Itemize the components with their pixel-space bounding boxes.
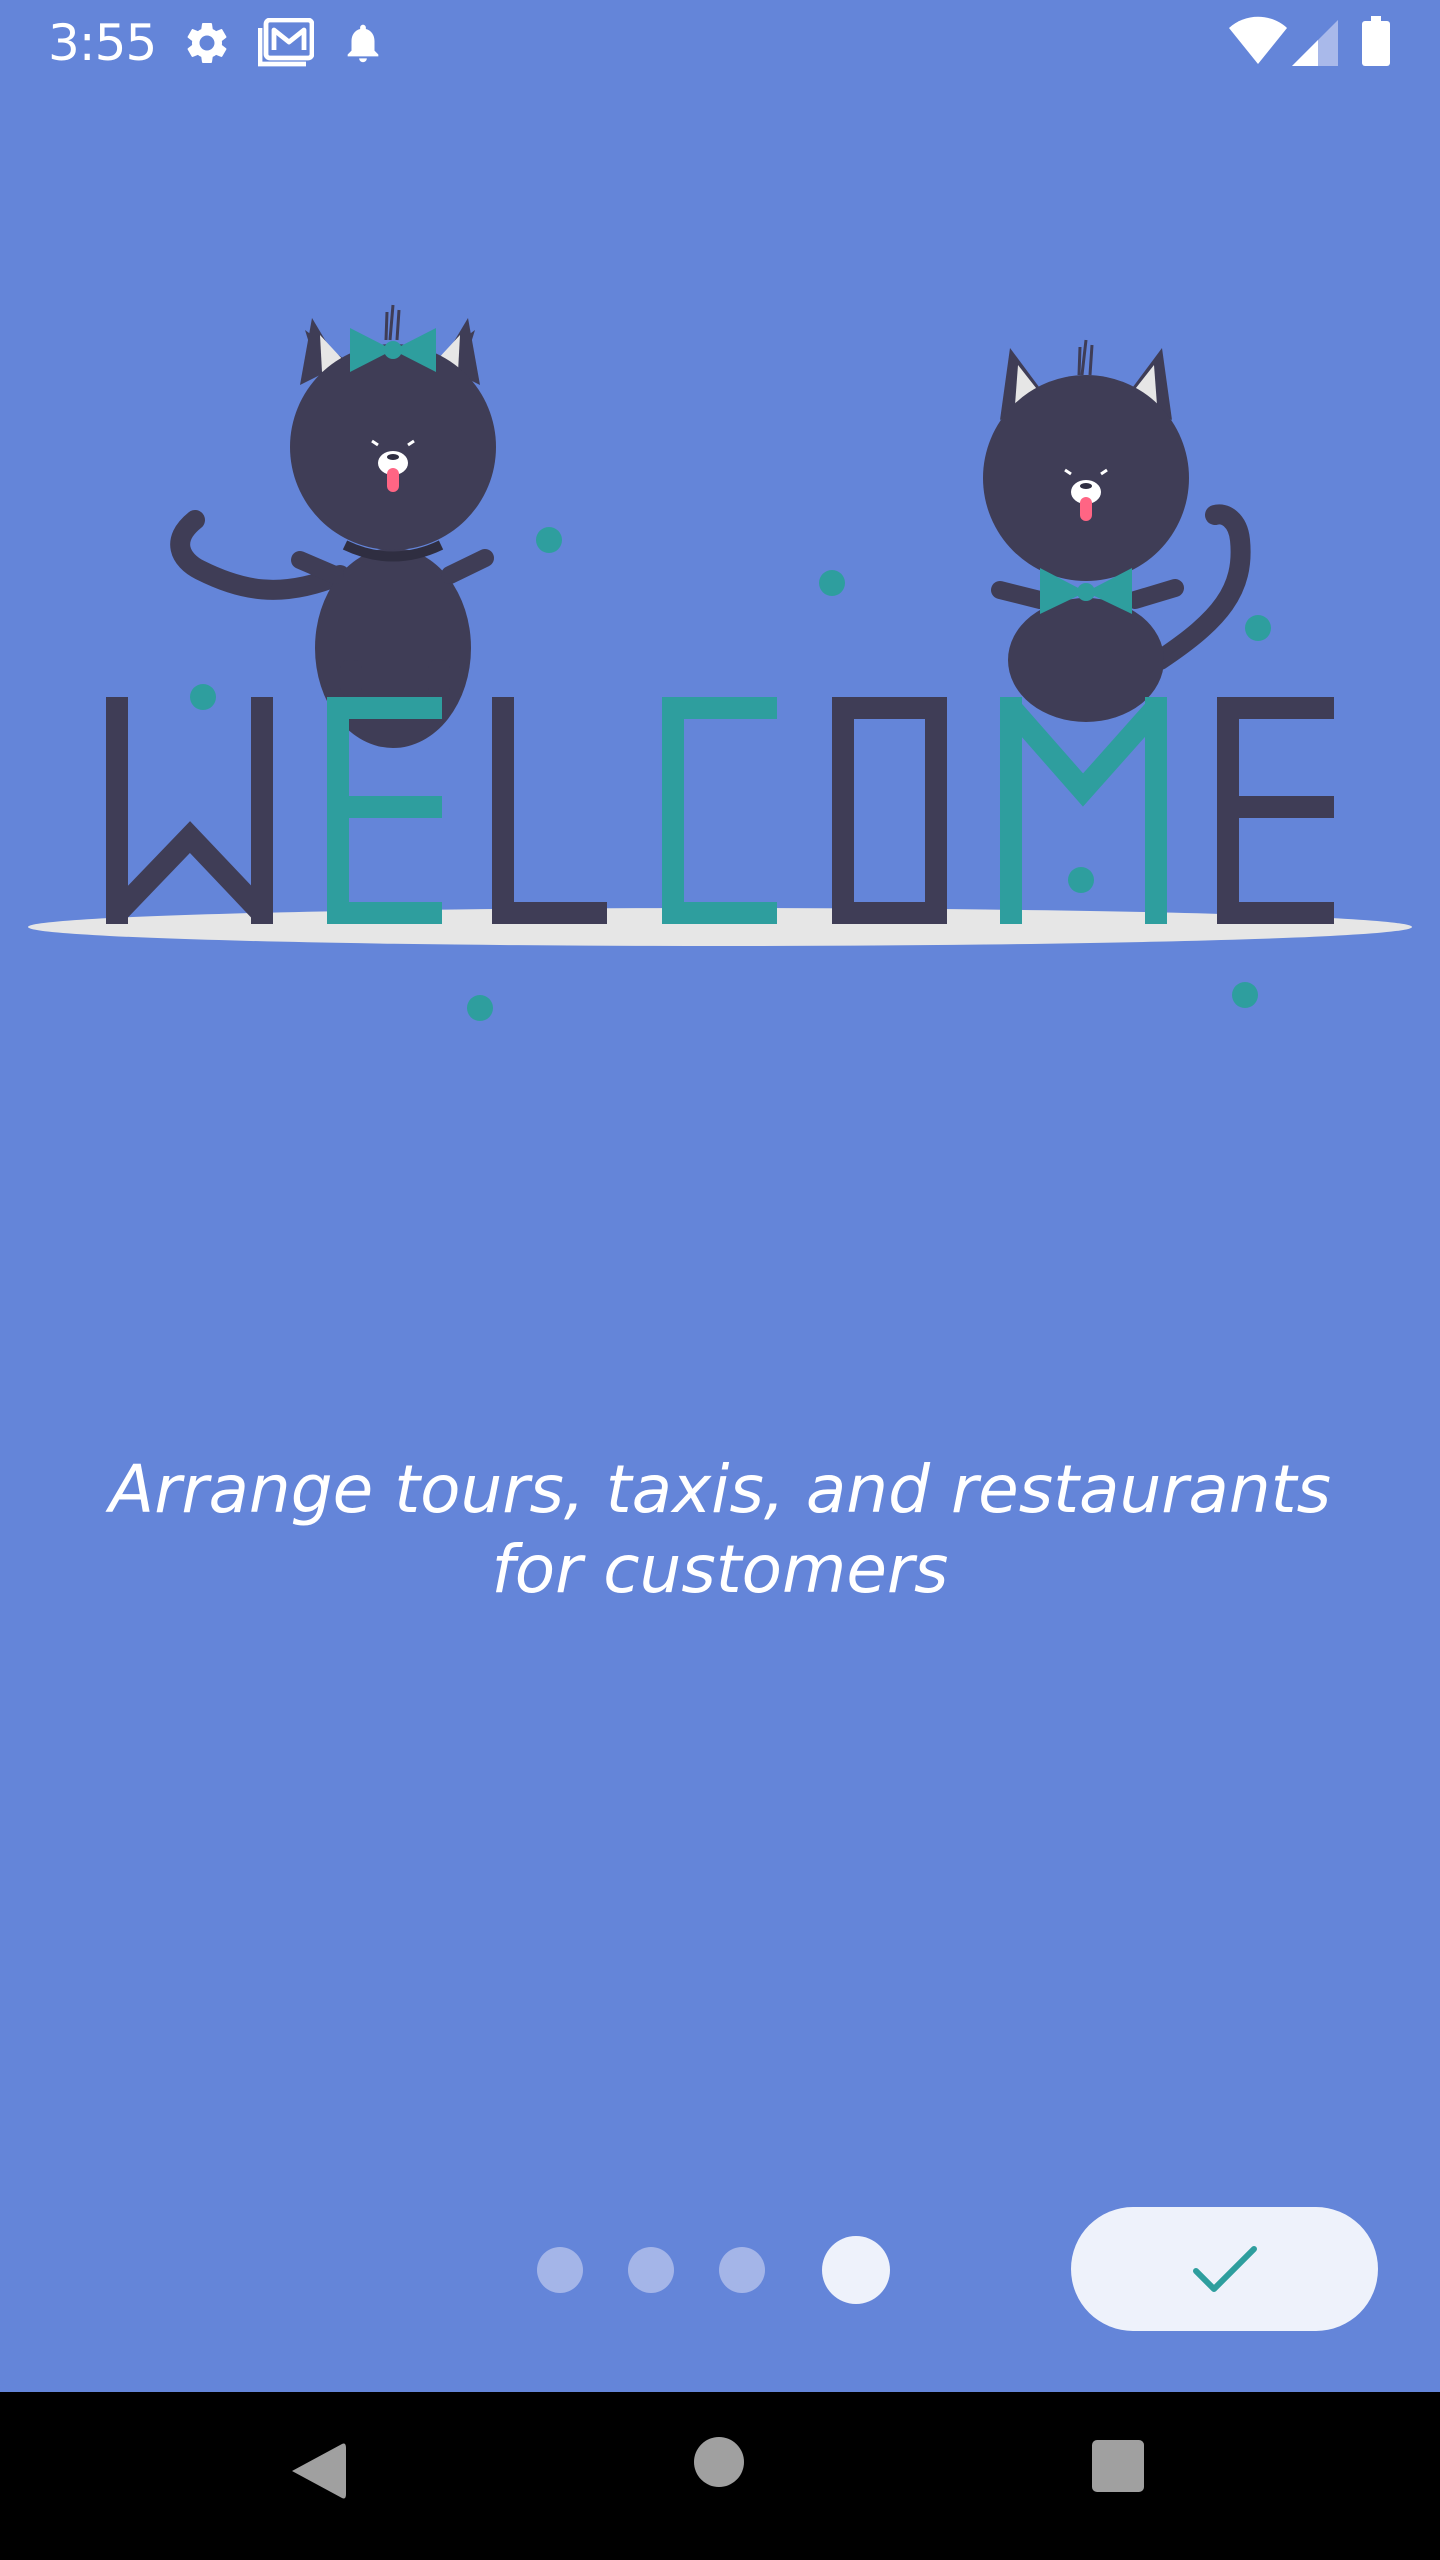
cat-right	[983, 339, 1251, 722]
bell-icon	[347, 24, 379, 63]
page-dot-2[interactable]	[628, 2247, 674, 2293]
cat-left	[170, 304, 496, 748]
welcome-illustration	[28, 304, 1412, 1021]
page-dot-3[interactable]	[719, 2247, 765, 2293]
letter-e2	[1217, 697, 1334, 924]
back-icon[interactable]	[286, 2436, 350, 2506]
letter-w	[106, 697, 273, 924]
status-time: 3:55	[48, 14, 157, 72]
status-bar: 3:55	[0, 0, 1440, 84]
home-icon[interactable]	[692, 2435, 746, 2489]
onboarding-message: Arrange tours, taxis, and restaurants fo…	[109, 1451, 1331, 1608]
welcome-letters	[106, 697, 1334, 924]
letter-o	[832, 697, 947, 924]
gear-icon	[187, 22, 227, 63]
mail-icon	[258, 18, 314, 67]
battery-icon	[1362, 16, 1390, 66]
check-icon	[1192, 2246, 1257, 2292]
wifi-icon	[1229, 16, 1287, 64]
navigation-bar	[0, 2392, 1440, 2560]
letter-l	[492, 697, 607, 924]
signal-icon	[1292, 20, 1338, 66]
page-dot-4-active[interactable]	[822, 2236, 890, 2304]
letter-c	[662, 697, 777, 924]
page-dot-1[interactable]	[537, 2247, 583, 2293]
done-button[interactable]	[1071, 2207, 1378, 2331]
recents-icon[interactable]	[1090, 2438, 1146, 2494]
